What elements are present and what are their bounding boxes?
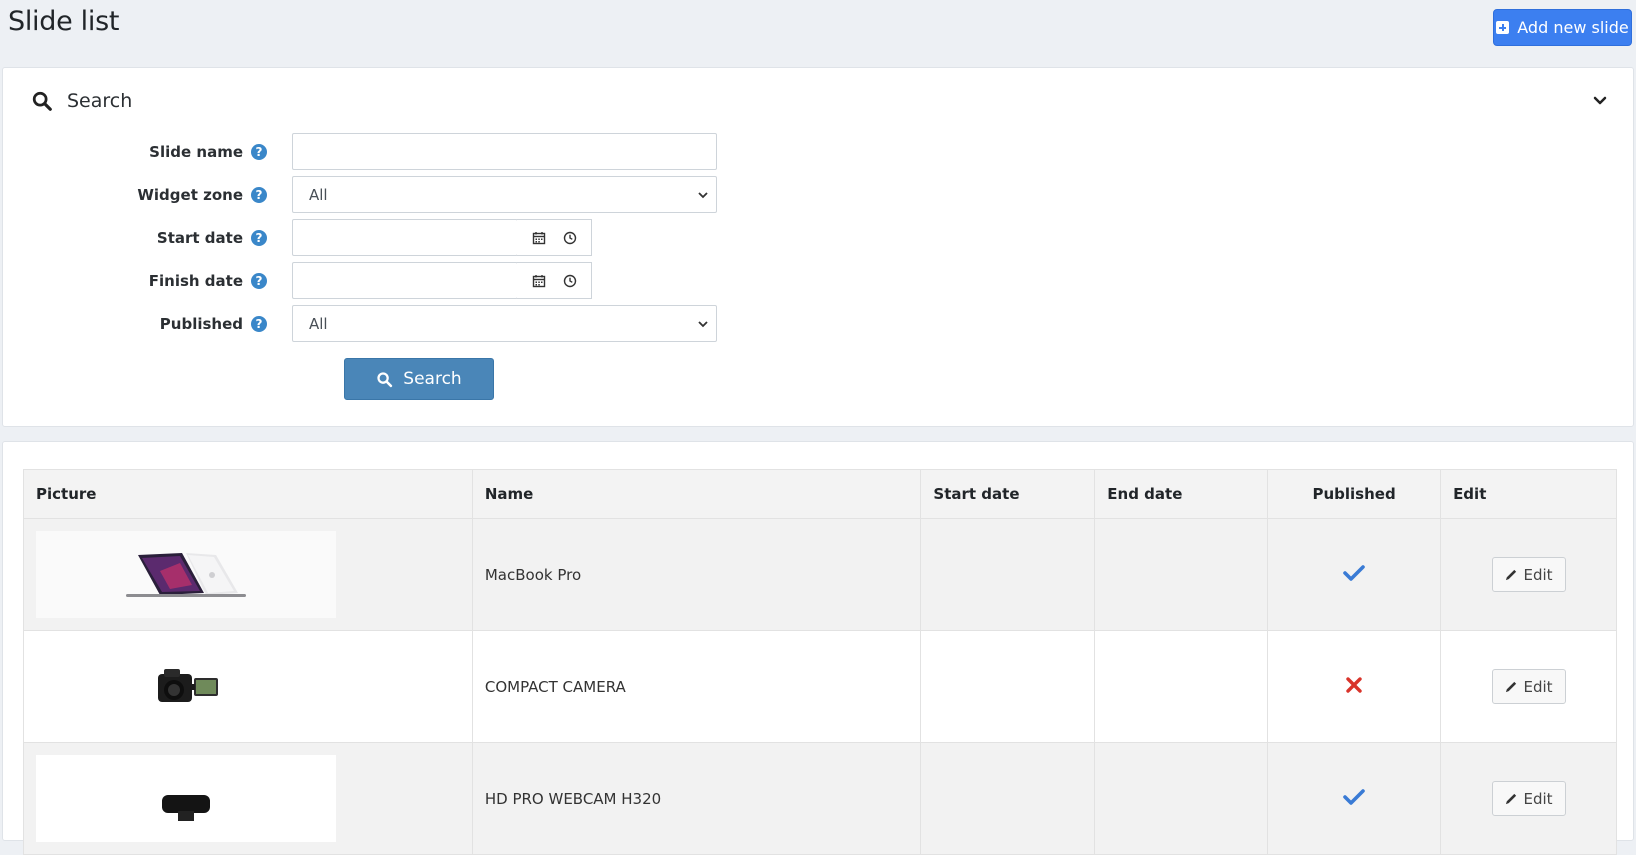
column-header-name[interactable]: Name: [471, 469, 922, 519]
clock-icon[interactable]: [563, 274, 577, 288]
webcam-image: [36, 755, 336, 842]
edit-button-label: Edit: [1523, 677, 1553, 696]
start-date-row: Start date ?: [3, 219, 1633, 256]
table-row: HD PRO WEBCAM H320 Edit: [23, 742, 1617, 855]
edit-button-label: Edit: [1523, 565, 1553, 584]
check-icon: [1343, 564, 1365, 581]
calendar-icon[interactable]: [532, 231, 546, 245]
column-header-picture[interactable]: Picture: [23, 469, 473, 519]
slide-name-row: Slide name ?: [3, 133, 1633, 170]
slide-table: Picture Name Start date End date Publish…: [23, 469, 1617, 855]
widget-zone-row: Widget zone ? All: [3, 176, 1633, 213]
picture-cell: [23, 630, 473, 743]
help-icon[interactable]: ?: [251, 143, 267, 160]
start-date-cell: [920, 518, 1096, 631]
help-icon[interactable]: ?: [251, 315, 267, 332]
search-panel-header[interactable]: Search: [31, 90, 132, 112]
name-cell: HD PRO WEBCAM H320: [471, 742, 922, 855]
finish-date-row: Finish date ?: [3, 262, 1633, 299]
finish-date-picker-addon: [517, 262, 592, 299]
edit-cell: Edit: [1440, 742, 1617, 855]
start-date-input[interactable]: [292, 219, 518, 256]
end-date-cell: [1094, 630, 1269, 743]
clock-icon[interactable]: [563, 231, 577, 245]
chevron-down-icon[interactable]: [1593, 94, 1607, 108]
table-header-row: Picture Name Start date End date Publish…: [23, 469, 1617, 519]
camera-image: [36, 643, 336, 730]
start-date-cell: [920, 742, 1096, 855]
help-icon[interactable]: ?: [251, 229, 267, 246]
table-row: COMPACT CAMERA Edit: [23, 630, 1617, 743]
start-date-picker-addon: [517, 219, 592, 256]
laptop-image: [36, 531, 336, 618]
calendar-icon[interactable]: [532, 274, 546, 288]
pencil-icon: [1505, 681, 1516, 693]
edit-cell: Edit: [1440, 518, 1617, 631]
finish-date-label: Finish date: [148, 271, 243, 290]
help-icon[interactable]: ?: [251, 186, 267, 203]
slide-name-input[interactable]: [292, 133, 717, 170]
search-icon: [377, 371, 393, 387]
slide-list-panel: Picture Name Start date End date Publish…: [2, 441, 1634, 855]
slide-name-label: Slide name: [149, 142, 243, 161]
edit-cell: Edit: [1440, 630, 1617, 743]
search-panel: Search Slide name ? Widget zone ? All St…: [2, 67, 1634, 427]
published-cell: [1267, 742, 1442, 855]
search-panel-title: Search: [67, 90, 133, 112]
published-value: All: [309, 314, 328, 333]
end-date-cell: [1094, 518, 1269, 631]
search-icon: [32, 91, 52, 111]
chevron-down-icon: [698, 321, 708, 328]
search-button-label: Search: [403, 369, 462, 389]
published-row: Published ? All: [3, 305, 1633, 342]
search-button[interactable]: Search: [344, 358, 494, 400]
help-icon[interactable]: ?: [251, 272, 267, 289]
published-cell: [1267, 518, 1442, 631]
widget-zone-value: All: [309, 185, 328, 204]
column-header-start-date[interactable]: Start date: [920, 469, 1096, 519]
add-new-slide-button[interactable]: Add new slide: [1493, 9, 1632, 46]
pencil-icon: [1505, 569, 1516, 581]
check-icon: [1343, 788, 1365, 805]
column-header-end-date[interactable]: End date: [1094, 469, 1269, 519]
published-select[interactable]: All: [292, 305, 717, 342]
edit-button[interactable]: Edit: [1491, 669, 1566, 704]
pencil-icon: [1505, 793, 1516, 805]
column-header-edit[interactable]: Edit: [1440, 469, 1617, 519]
picture-cell: [23, 518, 473, 631]
edit-button[interactable]: Edit: [1491, 557, 1566, 592]
end-date-cell: [1094, 742, 1269, 855]
published-label: Published: [159, 314, 243, 333]
start-date-cell: [920, 630, 1096, 743]
picture-cell: [23, 742, 473, 855]
name-cell: MacBook Pro: [471, 518, 922, 631]
edit-button-label: Edit: [1523, 789, 1553, 808]
page-title: Slide list: [8, 6, 120, 37]
edit-button[interactable]: Edit: [1491, 781, 1566, 816]
column-header-published[interactable]: Published: [1267, 469, 1442, 519]
plus-square-icon: [1496, 21, 1510, 34]
chevron-down-icon: [698, 192, 708, 199]
widget-zone-label: Widget zone: [137, 185, 243, 204]
start-date-label: Start date: [156, 228, 243, 247]
name-cell: COMPACT CAMERA: [471, 630, 922, 743]
finish-date-input[interactable]: [292, 262, 518, 299]
widget-zone-select[interactable]: All: [292, 176, 717, 213]
add-new-slide-label: Add new slide: [1517, 18, 1629, 37]
table-row: MacBook Pro Edit: [23, 518, 1617, 631]
close-icon: [1346, 676, 1362, 693]
published-cell: [1267, 630, 1442, 743]
